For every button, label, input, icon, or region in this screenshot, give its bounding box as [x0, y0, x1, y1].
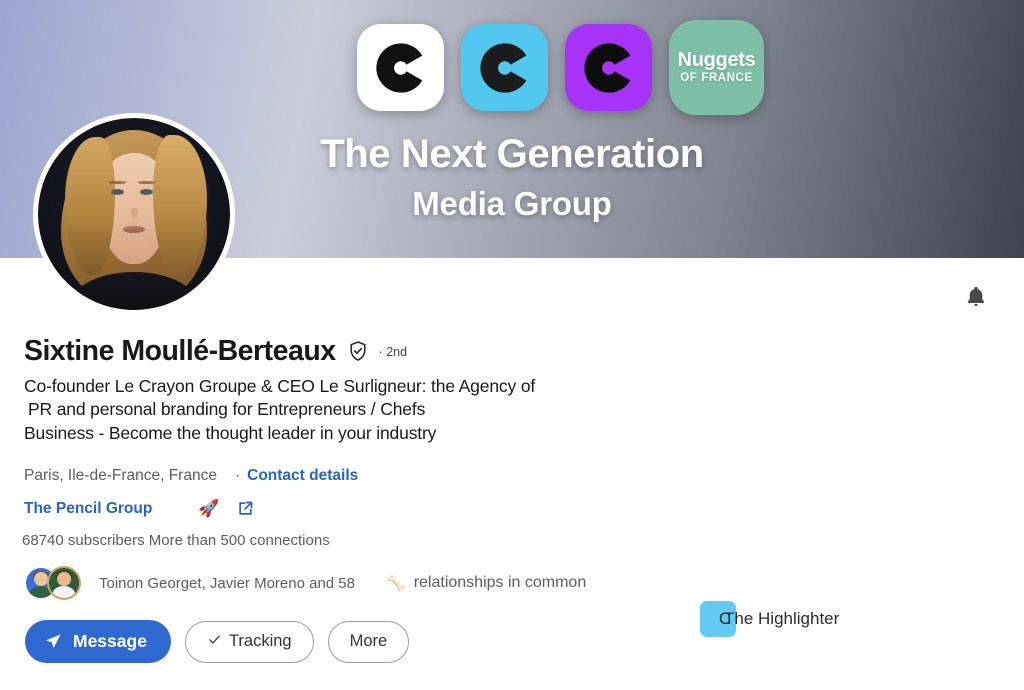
profile-headline: Co-founder Le Crayon Groupe & CEO Le Sur… — [24, 375, 664, 445]
headline-line-3: Business - Become the thought leader in … — [24, 422, 437, 443]
tracking-button[interactable]: Tracking — [184, 620, 314, 663]
page-title: Sixtine Moullé-Berteaux — [24, 335, 336, 367]
crayon-mark-icon — [375, 42, 422, 93]
connection-degree: · 2nd — [378, 345, 408, 359]
headline-line-2: PR and personal branding for Entrepreneu… — [28, 399, 426, 420]
check-glyph — [209, 635, 220, 644]
current-company-chip[interactable]: C The Highlighter — [700, 601, 839, 637]
location-row: Paris, Ile-de-France, France · Contact d… — [24, 467, 358, 485]
external-link-glyph — [238, 501, 252, 515]
mutual-avatar-2 — [47, 566, 81, 600]
bone-icon: 🦴 — [387, 574, 406, 592]
more-button-label: More — [349, 632, 388, 650]
le-crayon-logo-blue — [461, 24, 548, 111]
profile-stats[interactable]: 68740 subscribers More than 500 connecti… — [22, 532, 330, 549]
le-crayon-logo-white — [357, 24, 444, 111]
send-glyph — [45, 634, 61, 648]
mutual-names: Toinon Georget, Javier Moreno and 58 — [99, 574, 355, 592]
mutual-connections-row[interactable]: Toinon Georget, Javier Moreno and 58 🦴 r… — [24, 566, 586, 600]
contact-details-link[interactable]: Contact details — [247, 467, 358, 485]
tracking-button-label: Tracking — [228, 632, 292, 650]
nuggets-of-france-logo: Nuggets OF FRANCE — [669, 20, 764, 115]
separator-dot: · — [234, 467, 241, 484]
crayon-mark-icon — [583, 42, 630, 93]
profile-page: Nuggets OF FRANCE The Next Generation Me… — [0, 0, 1024, 690]
current-company-name: The Highlighter — [724, 609, 840, 628]
verified-shield-icon — [347, 340, 369, 362]
more-button[interactable]: More — [327, 620, 410, 663]
message-button-label: Message — [73, 631, 147, 651]
mutual-suffix: relationships in common — [413, 574, 587, 591]
mutual-avatars — [24, 566, 86, 600]
verified-shield-glyph — [350, 341, 366, 362]
avatar-photo — [38, 118, 230, 310]
bell-glyph — [967, 286, 985, 307]
check-icon — [207, 632, 222, 651]
banner-logo-row: Nuggets OF FRANCE — [357, 20, 764, 115]
profile-card: Sixtine Moullé-Berteaux · 2nd Co-founder… — [0, 258, 1024, 690]
send-icon — [44, 632, 63, 651]
action-buttons: Message Tracking More — [25, 620, 410, 663]
company-link[interactable]: The Pencil Group — [24, 500, 152, 518]
name-row: Sixtine Moullé-Berteaux · 2nd — [24, 337, 407, 366]
nuggets-label-top: Nuggets — [677, 49, 756, 72]
headline-line-1: Co-founder Le Crayon Groupe & CEO Le Sur… — [24, 376, 536, 396]
nuggets-label-bottom: OF FRANCE — [680, 72, 753, 85]
company-row: The Pencil Group 🚀 — [24, 499, 255, 518]
crayon-mark-icon — [479, 42, 526, 93]
avatar[interactable] — [33, 113, 235, 315]
external-link-icon[interactable] — [236, 499, 255, 518]
location-text: Paris, Ile-de-France, France — [24, 467, 217, 484]
rocket-icon: 🚀 — [198, 499, 220, 518]
message-button[interactable]: Message — [25, 620, 171, 663]
le-crayon-logo-purple — [565, 24, 652, 111]
bell-icon[interactable] — [963, 284, 989, 310]
